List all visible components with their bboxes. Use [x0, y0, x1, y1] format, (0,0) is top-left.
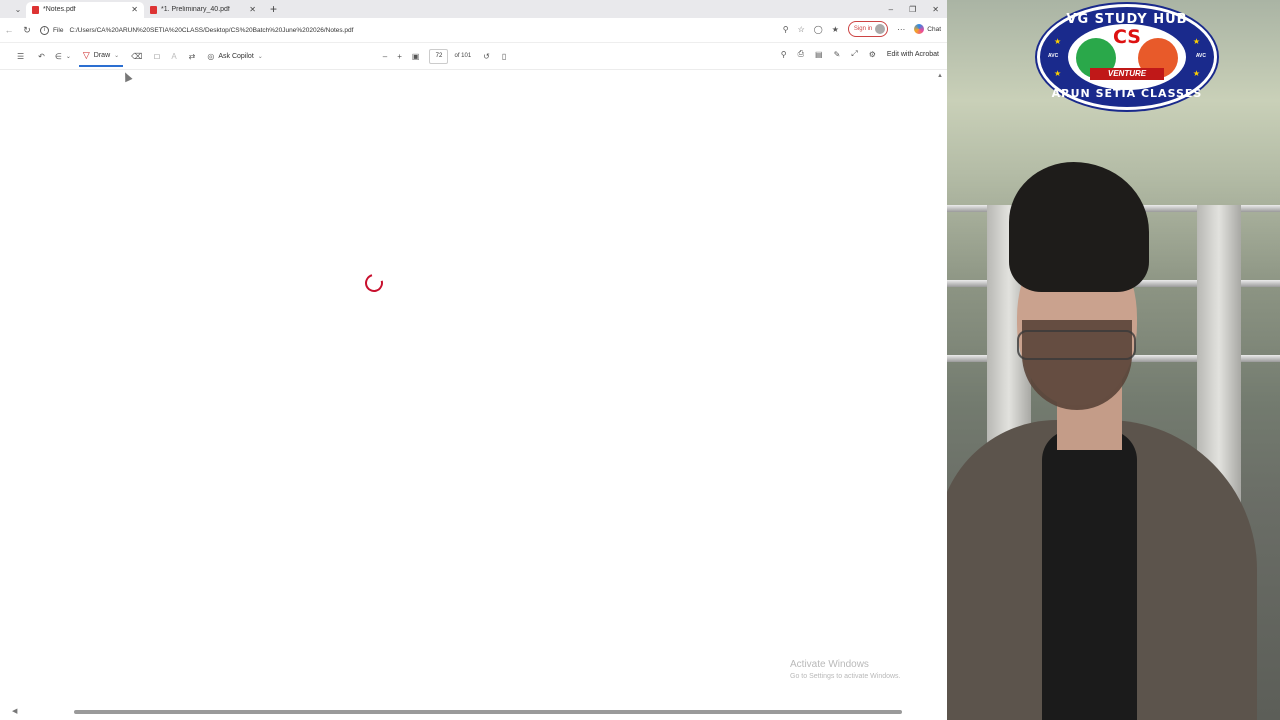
activate-windows-watermark: Activate Windows Go to Settings to activ…	[790, 659, 901, 680]
close-window-icon[interactable]: ✕	[932, 5, 939, 14]
rotate-icon[interactable]: ↺	[483, 52, 490, 61]
pdf-file-icon	[150, 5, 157, 14]
watermark-subtitle: Go to Settings to activate Windows.	[790, 673, 901, 680]
window-controls: – ❐ ✕	[889, 0, 939, 18]
logo-side-text: AVC	[1195, 53, 1206, 59]
zoom-in-icon[interactable]: +	[397, 52, 402, 61]
fit-page-icon[interactable]: ▣	[412, 52, 420, 61]
chat-button[interactable]: Chat	[914, 24, 941, 34]
translate-icon[interactable]: ⇄	[189, 52, 196, 61]
page-number-input[interactable]: 72	[429, 48, 449, 64]
ask-copilot-label: Ask Copilot	[218, 52, 254, 60]
print-icon[interactable]: ⎙	[798, 49, 804, 59]
contents-icon[interactable]: ☰	[17, 52, 24, 61]
star-icon: ★	[1054, 37, 1062, 46]
vg-study-hub-logo: VG STUDY HUB AVC AVC ★ ★ ★ ★ CS VENTURE …	[1037, 4, 1217, 110]
presenter-hair	[1009, 162, 1149, 292]
save-as-icon[interactable]: ✎	[834, 50, 841, 59]
back-icon[interactable]: ←	[0, 25, 18, 35]
page-total: of 101	[454, 53, 472, 59]
draw-button[interactable]: ▽ Draw ⌄	[78, 45, 124, 67]
url-field[interactable]: i File C:/Users/CA%20ARUN%20SETIA%20CLAS…	[40, 25, 353, 35]
pdf-toolbar: ☰ ↶ ∈ ⌄ ▽ Draw ⌄ ⌫ □ A ⇄ ◎ Ask Copilot ⌄…	[0, 43, 947, 70]
sign-in-label: Sign in	[853, 26, 873, 32]
tab-label: *1. Preliminary_40.pdf	[161, 6, 230, 13]
zoom-out-icon[interactable]: –	[383, 52, 387, 61]
pdf-file-icon	[32, 5, 39, 14]
scroll-up-icon[interactable]: ▲	[937, 73, 943, 79]
search-icon[interactable]: ⚲	[781, 50, 787, 59]
tab-label: *Notes.pdf	[43, 6, 76, 13]
star-icon: ★	[1054, 69, 1062, 78]
text-box-icon[interactable]: □	[154, 52, 159, 61]
loading-spinner-icon	[361, 270, 387, 296]
read-aloud-icon[interactable]: A	[171, 52, 176, 61]
tab-notes[interactable]: *Notes.pdf ✕	[26, 1, 144, 18]
edit-with-acrobat-button[interactable]: Edit with Acrobat	[887, 51, 939, 58]
restore-icon[interactable]: ❐	[909, 5, 916, 14]
logo-venture-ribbon: VENTURE	[1090, 68, 1164, 80]
save-icon[interactable]: ▤	[815, 50, 823, 59]
more-options-icon[interactable]: ⋯	[897, 25, 905, 34]
logo-emblem: CS VENTURE	[1068, 24, 1186, 90]
address-bar: ← ↻ i File C:/Users/CA%20ARUN%20SETIA%20…	[0, 18, 947, 43]
settings-gear-icon[interactable]: ⚙	[869, 50, 876, 59]
new-tab-icon[interactable]: +	[270, 2, 277, 16]
pen-icon: ▽	[82, 49, 90, 60]
pdf-document-area[interactable]: ▲ Activate Windows Go to Settings to act…	[0, 70, 947, 720]
chevron-down-icon[interactable]: ⌄	[66, 53, 71, 60]
chat-label: Chat	[927, 25, 941, 33]
star-icon: ★	[1192, 37, 1200, 46]
undo-icon[interactable]: ↶	[38, 52, 45, 61]
star-icon: ★	[1192, 69, 1200, 78]
tab-actions-chevron-icon[interactable]: ⌄	[10, 1, 26, 17]
watermark-title: Activate Windows	[790, 659, 869, 670]
logo-bottom-text: ARUN SETIA CLASSES	[1051, 87, 1203, 100]
tab-preliminary[interactable]: *1. Preliminary_40.pdf ✕	[144, 2, 262, 18]
copilot-icon	[914, 24, 925, 34]
scroll-left-icon[interactable]: ◀	[12, 707, 17, 715]
webcam-overlay: VG STUDY HUB AVC AVC ★ ★ ★ ★ CS VENTURE …	[947, 0, 1280, 720]
fullscreen-icon[interactable]: ⤢	[851, 49, 857, 59]
url-text[interactable]: C:/Users/CA%20ARUN%20SETIA%20CLASS/Deskt…	[69, 27, 353, 34]
address-bar-actions: ⚲ ☆ ◯ ★ Sign in ⋯ Chat	[783, 21, 941, 37]
copilot-icon: ◎	[207, 51, 215, 61]
info-icon[interactable]: i	[40, 25, 49, 35]
chevron-down-icon[interactable]: ⌄	[114, 52, 119, 59]
avatar	[875, 24, 886, 34]
draw-label: Draw	[93, 51, 111, 59]
extensions-icon[interactable]: ◯	[814, 25, 823, 34]
ask-copilot-button[interactable]: ◎ Ask Copilot ⌄	[207, 52, 262, 61]
page-view-icon[interactable]: ▯	[502, 52, 506, 61]
presenter-shirt	[1042, 430, 1137, 720]
browser-window: ⌄ *Notes.pdf ✕ *1. Preliminary_40.pdf ✕ …	[0, 0, 948, 720]
eraser-icon[interactable]: ⌫	[131, 52, 142, 61]
logo-cs-text: CS	[1113, 26, 1141, 48]
logo-side-text: AVC	[1048, 53, 1059, 59]
refresh-icon[interactable]: ↻	[18, 25, 36, 36]
sign-in-button[interactable]: Sign in	[847, 21, 889, 37]
favorite-star-icon[interactable]: ☆	[798, 25, 805, 34]
highlight-icon[interactable]: ∈	[55, 52, 62, 61]
chevron-down-icon[interactable]: ⌄	[258, 53, 263, 60]
horizontal-scrollbar[interactable]	[74, 710, 902, 714]
pdf-toolbar-actions: ⚲ ⎙ ▤ ✎ ⤢ ⚙ Edit with Acrobat	[781, 49, 939, 59]
minimize-icon[interactable]: –	[889, 5, 893, 14]
favorites-icon[interactable]: ★	[832, 25, 839, 34]
presenter-glasses	[1017, 330, 1136, 360]
url-scheme: File	[53, 26, 64, 34]
tab-bar: ⌄ *Notes.pdf ✕ *1. Preliminary_40.pdf ✕ …	[0, 0, 947, 18]
zoom-icon[interactable]: ⚲	[783, 25, 789, 34]
close-tab-icon[interactable]: ✕	[131, 5, 138, 14]
close-tab-icon[interactable]: ✕	[249, 5, 256, 14]
